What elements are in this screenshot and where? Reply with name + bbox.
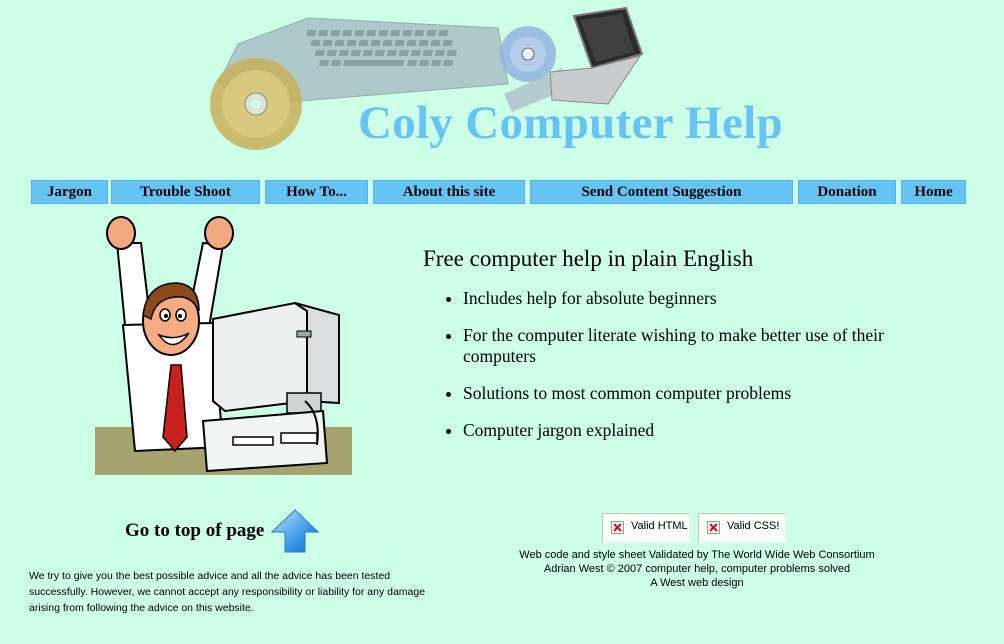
- nav-item-home[interactable]: Home: [901, 180, 966, 204]
- valid-css-badge[interactable]: Valid CSS!: [698, 513, 786, 543]
- list-item: Solutions to most common computer proble…: [463, 383, 943, 404]
- footer-credits: Web code and style sheet Validated by Th…: [490, 548, 904, 590]
- list-item: Computer jargon explained: [463, 420, 943, 441]
- broken-image-icon: [611, 521, 624, 534]
- page: Coly Computer Help Jargon Trouble Shoot …: [0, 0, 1004, 644]
- nav-item-how-to[interactable]: How To...: [265, 180, 368, 204]
- nav-item-jargon[interactable]: Jargon: [31, 180, 108, 204]
- nav-item-send-content-suggestion[interactable]: Send Content Suggestion: [530, 180, 793, 204]
- nav-item-donation[interactable]: Donation: [798, 180, 896, 204]
- go-to-top-link[interactable]: Go to top of page: [125, 508, 320, 554]
- nav-item-trouble-shoot[interactable]: Trouble Shoot: [111, 180, 260, 204]
- valid-html-badge[interactable]: Valid HTML: [602, 513, 690, 543]
- cheering-man-clipart: [95, 216, 352, 475]
- broken-image-icon: [707, 521, 720, 534]
- tagline: Free computer help in plain English: [423, 246, 754, 271]
- nav-item-about-this-site[interactable]: About this site: [373, 180, 525, 204]
- valid-html-label: Valid HTML: [631, 520, 688, 532]
- copyright-text: Adrian West © 2007 computer help, comput…: [543, 563, 851, 575]
- valid-css-label: Valid CSS!: [727, 520, 780, 532]
- validation-credit: Web code and style sheet Validated by Th…: [519, 549, 875, 561]
- designer-credit: A West web design: [650, 577, 744, 589]
- feature-list: Includes help for absolute beginners For…: [445, 288, 943, 457]
- go-to-top-label: Go to top of page: [125, 520, 265, 541]
- list-item: Includes help for absolute beginners: [463, 288, 943, 309]
- list-item: For the computer literate wishing to mak…: [463, 325, 943, 367]
- site-title: Coly Computer Help: [358, 97, 783, 149]
- disclaimer-text: We try to give you the best possible adv…: [29, 570, 426, 614]
- up-arrow-icon: [271, 509, 320, 553]
